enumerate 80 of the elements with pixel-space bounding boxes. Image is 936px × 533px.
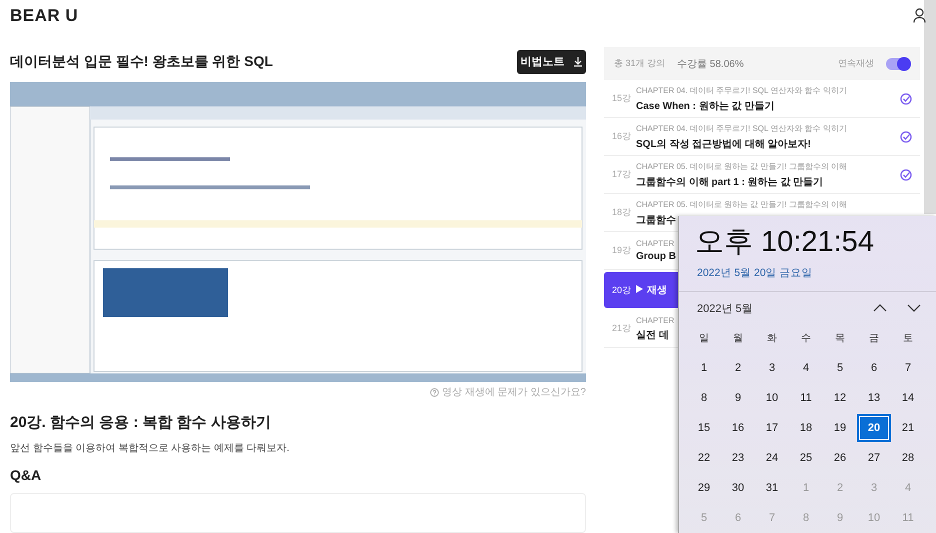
chapter-label: CHAPTER [636,316,674,324]
lecture-description: 앞선 함수들을 이용하여 복합적으로 사용하는 예제를 다뤄보자. [10,442,290,456]
weekday-label: 토 [902,332,914,346]
calendar-day[interactable]: 18 [789,414,823,442]
scrollbar[interactable] [924,0,936,214]
lecture-number: 20강 [612,284,632,296]
calendar-day[interactable]: 7 [891,354,925,382]
chapter-label: CHAPTER 04. 데이터 주무르기! SQL 연산자와 함수 익히기 [636,122,847,134]
qa-heading: Q&A [10,467,42,484]
weekday-label: 수 [800,332,812,346]
calendar-day[interactable]: 9 [721,384,755,412]
lecture-count: 총 31개 강의 [614,57,666,70]
lecture-title: Case When : 원하는 값 만들기 [636,100,774,112]
calendar-day[interactable]: 17 [755,414,789,442]
calendar-day[interactable]: 16 [721,414,755,442]
calendar-day[interactable]: 19 [823,414,857,442]
lecture-number: 17강 [612,168,632,181]
clock-date[interactable]: 2022년 5월 20일 금요일 [697,266,936,280]
user-icon[interactable] [913,8,926,23]
calendar-day[interactable]: 11 [789,384,823,412]
calendar-day[interactable]: 3 [755,354,789,382]
calendar-day[interactable]: 25 [789,444,823,472]
month-label[interactable]: 2022년 5월 [697,300,753,316]
calendar-day[interactable]: 15 [687,414,721,442]
calendar-day[interactable]: 27 [857,444,891,472]
calendar-day[interactable]: 31 [755,474,789,502]
lecture-number: 15강 [612,92,632,105]
chapter-label: CHAPTER [636,239,674,248]
calendar-day[interactable]: 5 [823,354,857,382]
calendar-day[interactable]: 14 [891,384,925,412]
calendar-day[interactable]: 26 [823,444,857,472]
calendar-day[interactable]: 21 [891,414,925,442]
chapter-label: CHAPTER 05. 데이터로 원하는 값 만들기! 그룹함수의 이해 [636,160,848,172]
logo[interactable]: BEAR U [10,6,78,26]
course-title: 데이터분석 입문 필수! 왕초보를 위한 SQL [10,52,273,71]
weekday-label: 금 [868,332,880,346]
lecture-number: 18강 [612,206,632,219]
lecture-title: 실전 데 [636,328,669,342]
download-icon [572,56,582,68]
autoplay-label: 연속재생 [838,57,874,70]
weekday-label: 일 [698,332,710,346]
calendar-day[interactable]: 10 [755,384,789,412]
calendar-day[interactable]: 13 [857,384,891,412]
chapter-label: CHAPTER 04. 데이터 주무르기! SQL 연산자와 함수 익히기 [636,84,847,96]
weekday-label: 월 [732,332,744,346]
lecture-item[interactable]: 16강 CHAPTER 04. 데이터 주무르기! SQL 연산자와 함수 익히기 SQL의 작성 접근방법에 대해 알아보자! [604,118,920,156]
play-icon [636,285,643,295]
lecture-title: SQL의 작성 접근방법에 대해 알아보자! [636,138,811,150]
calendar-day[interactable]: 24 [755,444,789,472]
lecture-title: 20강. 함수의 응용 : 복합 함수 사용하기 [10,413,272,432]
calendar-day[interactable]: 1 [687,354,721,382]
next-month-icon[interactable] [907,303,921,314]
calendar-day[interactable]: 20 [857,414,891,442]
calendar-day[interactable]: 28 [891,444,925,472]
lecture-item[interactable]: 17강 CHAPTER 05. 데이터로 원하는 값 만들기! 그룹함수의 이해 그룹함수의 이해 part 1 : 원하는 값 만들기 [604,156,920,194]
chapter-label: CHAPTER 05. 데이터로 원하는 값 만들기! 그룹함수의 이해 [636,198,848,210]
progress-rate: 수강률 58.06% [677,58,744,70]
autoplay-toggle[interactable] [886,58,910,70]
calendar-day[interactable]: 8 [687,384,721,412]
lecture-title: 그룹함수 [636,214,676,226]
calendar-day[interactable]: 6 [857,354,891,382]
weekday-label: 목 [834,332,846,346]
help-icon [430,388,440,397]
notes-download-button[interactable]: 비법노트 [517,50,586,74]
calendar-day[interactable]: 29 [687,474,721,502]
lecture-title: 그룹함수의 이해 part 1 : 원하는 값 만들기 [636,176,824,188]
calendar-day[interactable]: 30 [721,474,755,502]
calendar-day[interactable]: 2 [721,354,755,382]
lecture-number: 19강 [612,244,632,257]
lecture-item[interactable]: 15강 CHAPTER 04. 데이터 주무르기! SQL 연산자와 함수 익히기 Case When : 원하는 값 만들기 [604,80,920,118]
lecture-title: Group B [636,251,676,262]
weekday-label: 화 [766,332,778,346]
lecture-number: 21강 [612,322,632,335]
calendar-day[interactable]: 23 [721,444,755,472]
lecture-title: 재생 [647,284,667,297]
lecture-number: 16강 [612,130,632,143]
calendar-day[interactable]: 4 [789,354,823,382]
calendar-day[interactable]: 22 [687,444,721,472]
calendar-day[interactable]: 12 [823,384,857,412]
previous-month-icon[interactable] [873,303,887,314]
